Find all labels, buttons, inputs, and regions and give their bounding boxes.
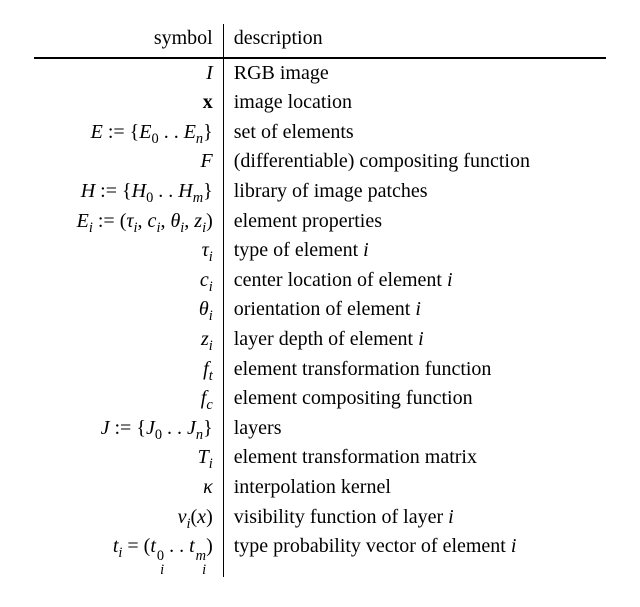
desc-cell: type probability vector of element i (223, 532, 606, 577)
table-row: fc element compositing function (34, 384, 606, 414)
symbol-cell: fc (34, 384, 223, 414)
symbol-cell: Ei := (τi, ci, θi, zi) (34, 207, 223, 237)
table-row: x image location (34, 88, 606, 118)
table-row: ft element transformation function (34, 355, 606, 385)
desc-cell: element properties (223, 207, 606, 237)
symbol-cell: vi(x) (34, 503, 223, 533)
symbol-cell: θi (34, 295, 223, 325)
symbol-cell: J := {J0 . . Jn} (34, 414, 223, 444)
table-row: Ti element transformation matrix (34, 443, 606, 473)
sym-x: x (203, 91, 213, 113)
desc-cell: element transformation function (223, 355, 606, 385)
desc-cell: layer depth of element i (223, 325, 606, 355)
table-row: zi layer depth of element i (34, 325, 606, 355)
table-row: τi type of element i (34, 236, 606, 266)
sym-cal-F: F (201, 150, 213, 172)
table-row: H := {H0 . . Hm} library of image patche… (34, 177, 606, 207)
symbol-cell: H := {H0 . . Hm} (34, 177, 223, 207)
table-row: E := {E0 . . En} set of elements (34, 118, 606, 148)
desc-cell: RGB image (223, 59, 606, 89)
desc-cell: visibility function of layer i (223, 503, 606, 533)
sym-I: I (206, 62, 213, 84)
table-row: I RGB image (34, 59, 606, 89)
table-row: Ei := (τi, ci, θi, zi) element propertie… (34, 207, 606, 237)
symbol-cell: ti = (t0i . . tmi) (34, 532, 223, 577)
table-row: F (differentiable) compositing function (34, 147, 606, 177)
table-row: θi orientation of element i (34, 295, 606, 325)
desc-cell: interpolation kernel (223, 473, 606, 503)
desc-cell: element compositing function (223, 384, 606, 414)
table-row: ci center location of element i (34, 266, 606, 296)
symbol-cell: F (34, 147, 223, 177)
sym-cal-E: E (91, 121, 103, 143)
symbol-cell: x (34, 88, 223, 118)
header-description: description (223, 24, 606, 57)
header-symbol: symbol (34, 24, 223, 57)
table-row: κ interpolation kernel (34, 473, 606, 503)
table-row: ti = (t0i . . tmi) type probability vect… (34, 532, 606, 577)
notation-table-container: symbol description I RGB image x image l… (0, 0, 640, 607)
symbol-cell: Ti (34, 443, 223, 473)
sym-cal-H: H (81, 180, 95, 202)
table-row: vi(x) visibility function of layer i (34, 503, 606, 533)
desc-cell: element transformation matrix (223, 443, 606, 473)
symbol-cell: E := {E0 . . En} (34, 118, 223, 148)
symbol-cell: zi (34, 325, 223, 355)
symbol-cell: κ (34, 473, 223, 503)
desc-cell: (differentiable) compositing function (223, 147, 606, 177)
table-row: J := {J0 . . Jn} layers (34, 414, 606, 444)
symbol-cell: ft (34, 355, 223, 385)
desc-cell: layers (223, 414, 606, 444)
desc-cell: type of element i (223, 236, 606, 266)
symbol-cell: ci (34, 266, 223, 296)
desc-cell: image location (223, 88, 606, 118)
symbol-cell: I (34, 59, 223, 89)
desc-cell: library of image patches (223, 177, 606, 207)
desc-cell: center location of element i (223, 266, 606, 296)
notation-table: symbol description I RGB image x image l… (34, 24, 606, 577)
symbol-cell: τi (34, 236, 223, 266)
table-header-row: symbol description (34, 24, 606, 57)
desc-cell: set of elements (223, 118, 606, 148)
desc-cell: orientation of element i (223, 295, 606, 325)
